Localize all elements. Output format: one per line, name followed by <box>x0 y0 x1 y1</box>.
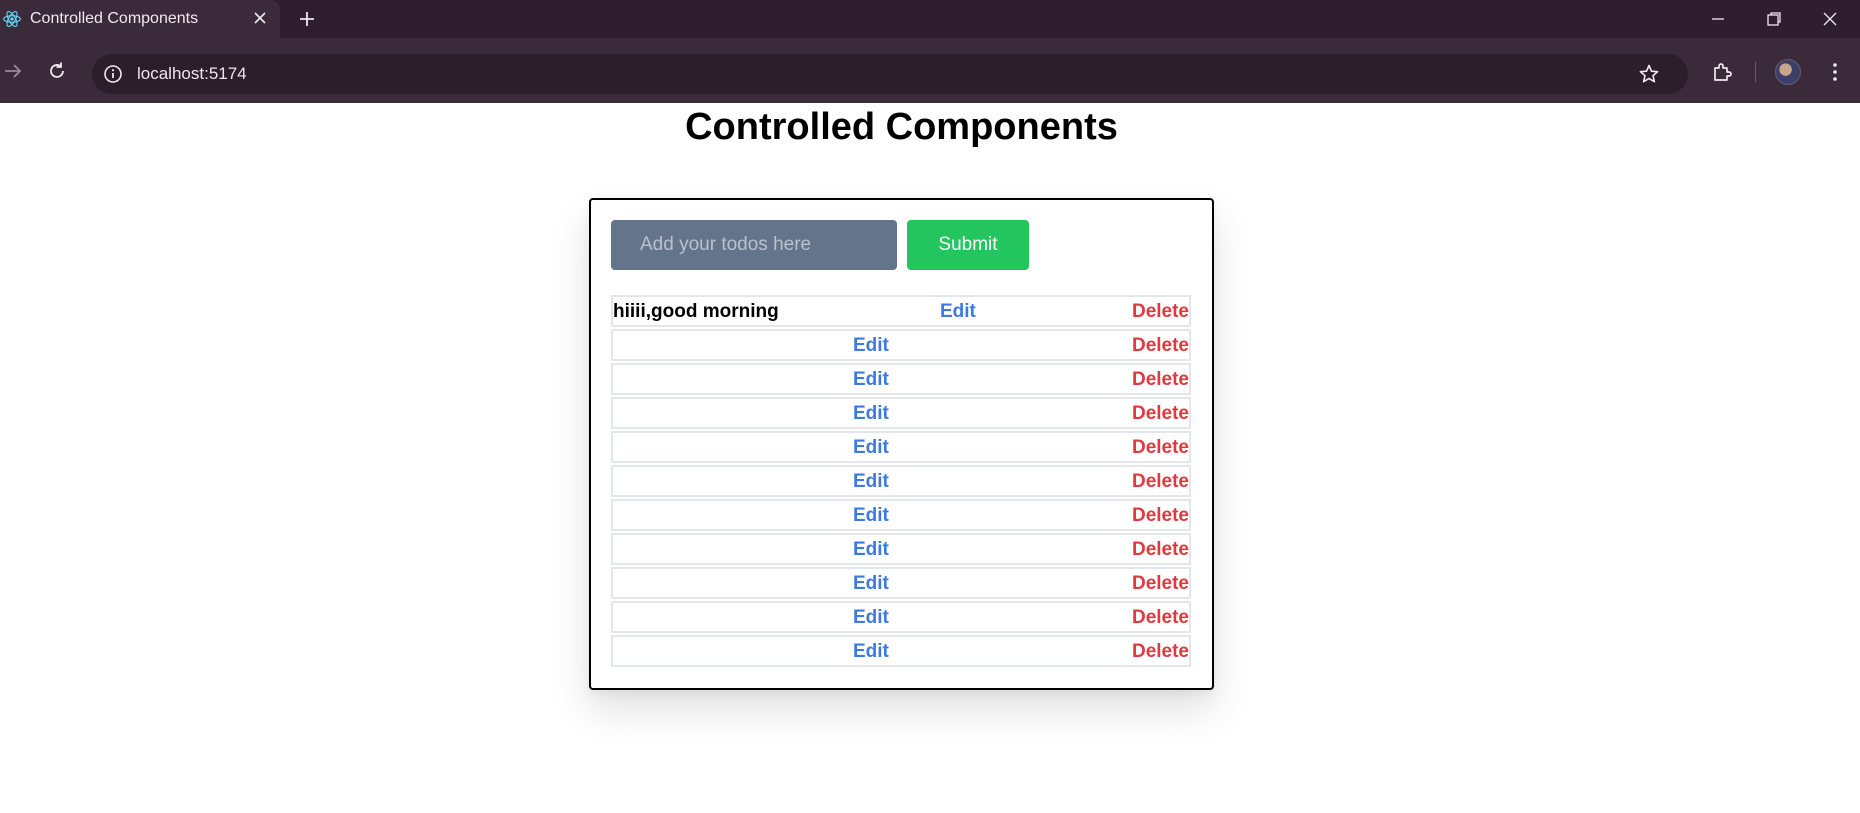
edit-button[interactable]: Edit <box>853 471 889 493</box>
minimize-icon[interactable] <box>1707 8 1729 30</box>
address-bar[interactable]: localhost:5174 <box>92 54 1688 94</box>
delete-button[interactable]: Delete <box>1132 641 1189 663</box>
delete-button[interactable]: Delete <box>1132 369 1189 391</box>
delete-button[interactable]: Delete <box>1132 437 1189 459</box>
close-tab-icon[interactable] <box>250 8 270 28</box>
edit-button[interactable]: Edit <box>940 301 976 323</box>
edit-button[interactable]: Edit <box>853 573 889 595</box>
todo-row: Edit Delete <box>611 397 1191 429</box>
edit-button[interactable]: Edit <box>853 369 889 391</box>
delete-button[interactable]: Delete <box>1132 573 1189 595</box>
edit-button[interactable]: Edit <box>853 505 889 527</box>
browser-toolbar: localhost:5174 <box>0 38 1860 103</box>
delete-button[interactable]: Delete <box>1132 335 1189 357</box>
delete-button[interactable]: Delete <box>1132 301 1189 323</box>
todo-row: Edit Delete <box>611 329 1191 361</box>
site-info-icon[interactable] <box>102 63 124 85</box>
todo-row: Edit Delete <box>611 567 1191 599</box>
edit-button[interactable]: Edit <box>853 403 889 425</box>
todo-row: Edit Delete <box>611 431 1191 463</box>
delete-button[interactable]: Delete <box>1132 607 1189 629</box>
todo-row: Edit Delete <box>611 601 1191 633</box>
close-window-icon[interactable] <box>1819 8 1841 30</box>
page-content: Controlled Components Submit hiiii,good … <box>0 103 1860 813</box>
todo-row: Edit Delete <box>611 465 1191 497</box>
edit-button[interactable]: Edit <box>853 641 889 663</box>
forward-icon[interactable] <box>2 60 24 82</box>
restore-icon[interactable] <box>1763 8 1785 30</box>
bookmark-star-icon[interactable] <box>1638 63 1660 85</box>
todo-row: Edit Delete <box>611 635 1191 667</box>
new-tab-icon[interactable] <box>296 8 318 30</box>
todo-row: Edit Delete <box>611 533 1191 565</box>
todo-card: Submit hiiii,good morning Edit Delete Edit D… <box>589 198 1214 690</box>
delete-button[interactable]: Delete <box>1132 539 1189 561</box>
todo-text: hiiii,good morning <box>613 301 779 322</box>
profile-avatar[interactable] <box>1775 59 1801 85</box>
edit-button[interactable]: Edit <box>853 539 889 561</box>
page-title: Controlled Components <box>685 106 1118 148</box>
submit-button[interactable]: Submit <box>907 220 1029 270</box>
todo-list: hiiii,good morning Edit Delete Edit Delete Ed… <box>611 295 1191 669</box>
delete-button[interactable]: Delete <box>1132 403 1189 425</box>
tab-title: Controlled Components <box>30 10 199 27</box>
todo-row: Edit Delete <box>611 499 1191 531</box>
more-menu-icon[interactable] <box>1823 60 1847 84</box>
delete-button[interactable]: Delete <box>1132 471 1189 493</box>
todo-row: Edit Delete <box>611 363 1191 395</box>
toolbar-divider <box>1755 62 1756 82</box>
todo-input[interactable] <box>611 220 897 270</box>
url-text: localhost:5174 <box>137 64 247 83</box>
reload-icon[interactable] <box>46 60 68 82</box>
delete-button[interactable]: Delete <box>1132 505 1189 527</box>
edit-button[interactable]: Edit <box>853 335 889 357</box>
todo-row: hiiii,good morning Edit Delete <box>611 295 1191 327</box>
edit-button[interactable]: Edit <box>853 607 889 629</box>
extensions-icon[interactable] <box>1710 60 1734 84</box>
react-icon <box>3 11 21 27</box>
browser-titlebar: Controlled Components <box>0 0 1860 44</box>
edit-button[interactable]: Edit <box>853 437 889 459</box>
